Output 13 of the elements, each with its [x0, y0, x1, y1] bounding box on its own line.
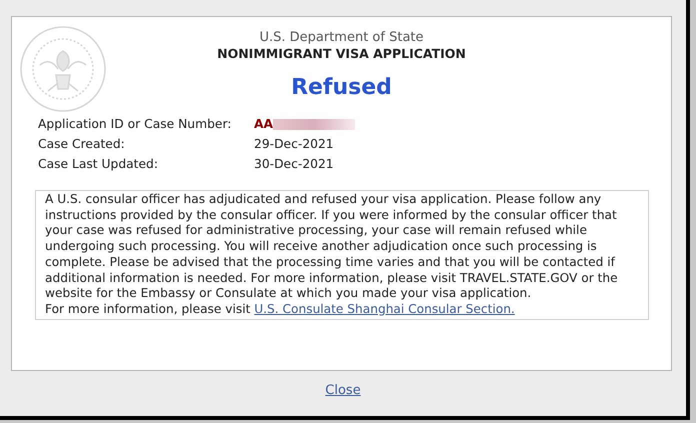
status-heading: Refused — [291, 74, 392, 102]
field-label: Case Last Updated: — [38, 156, 160, 173]
consulate-link[interactable]: U.S. Consulate Shanghai Consular Section. — [254, 302, 515, 316]
department-name: U.S. Department of State — [259, 30, 424, 46]
field-label: Case Created: — [38, 136, 126, 153]
field-value: AA — [254, 116, 274, 133]
field-value: 30-Dec-2021 — [254, 156, 334, 173]
close-link[interactable]: Close — [325, 381, 361, 400]
form-title: NONIMMIGRANT VISA APPLICATION — [217, 46, 466, 62]
field-value: 29-Dec-2021 — [254, 136, 334, 153]
message-text: A U.S. consular officer has adjudicated and refused your visa application. Please follow any instructions provided by the consular officer. If you were informed by the consular officer that your case was refused for administrative processing, your case will remain refused while undergoing such processing. You will receive another adjudication once such processing is complete. Please be advised that the processing time varies and that you will be contacted if additional information is needed. For more information, please visit TRAVEL.STATE.GOV or the website for the Embassy or Consulate at which you made your visa application. — [45, 192, 619, 302]
more-info-text: For more information, please visit U.S. Consulate Shanghai Consular Section. — [45, 302, 516, 318]
field-label: Application ID or Case Number: — [38, 116, 232, 133]
